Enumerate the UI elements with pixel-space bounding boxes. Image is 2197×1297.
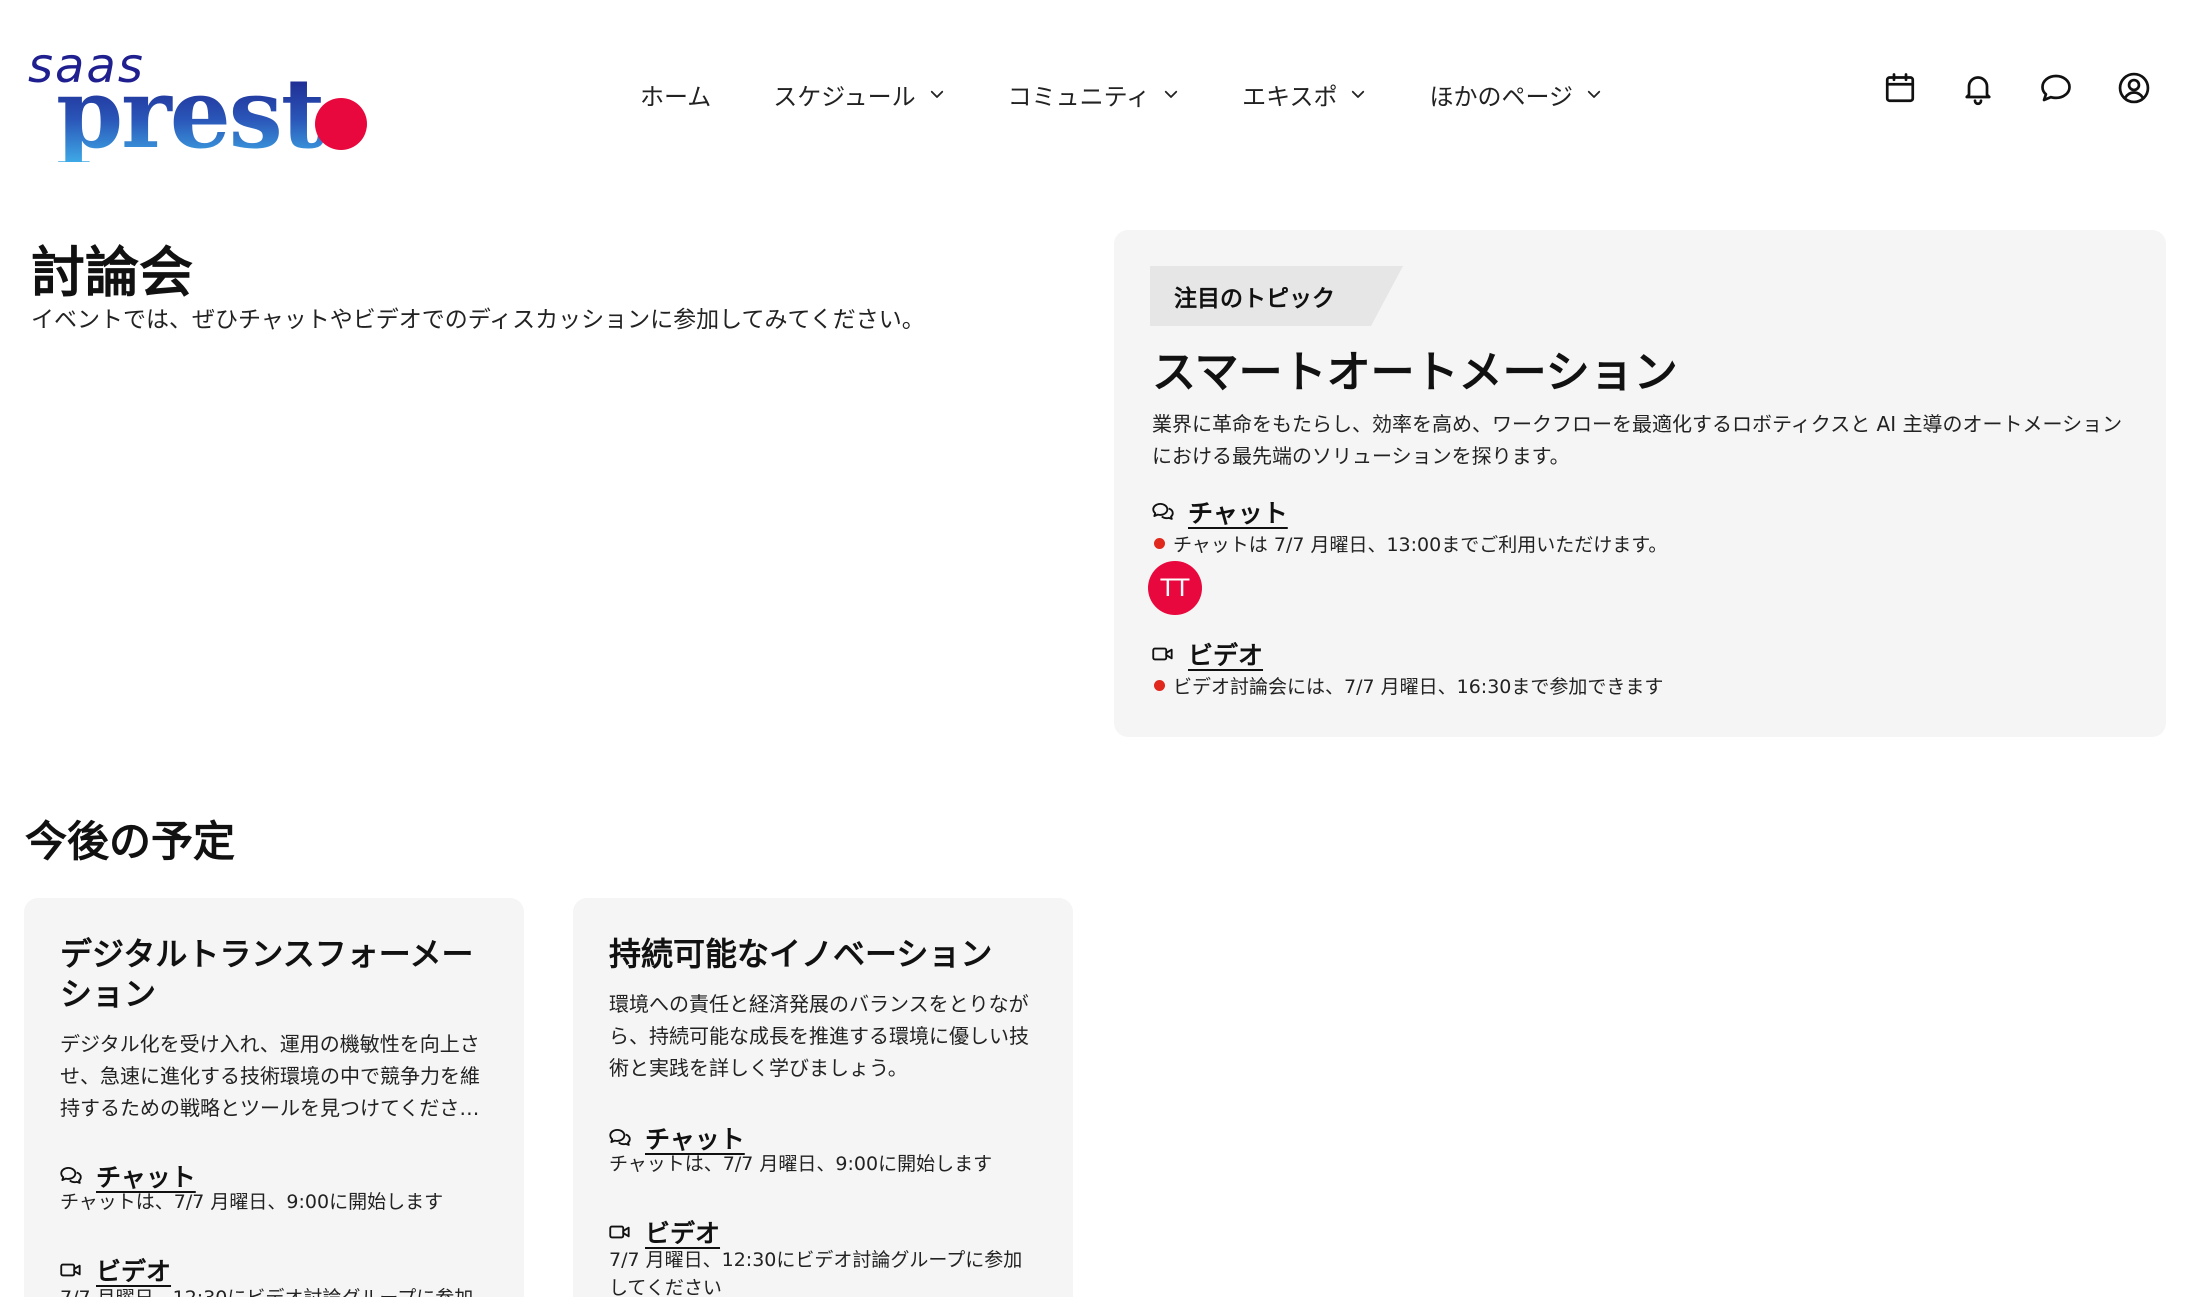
site-header: saas prest ホーム スケジュール コミュニティ エキスポ ほかのページ <box>0 0 2197 190</box>
featured-topic-card: 注目のトピック スマートオートメーション 業界に革命をもたらし、効率を高め、ワー… <box>1114 230 2166 737</box>
nav-item-home[interactable]: ホーム <box>640 77 711 112</box>
upcoming-card[interactable]: 持続可能なイノベーション 環境への責任と経済発展のバランスをとりながら、持続可能… <box>573 898 1073 1297</box>
page-subtitle: イベントでは、ぜひチャットやビデオでのディスカッションに参加してみてください。 <box>31 307 925 333</box>
chevron-down-icon <box>1352 90 1365 98</box>
main-nav: ホーム スケジュール コミュニティ エキスポ ほかのページ <box>640 74 1665 114</box>
upcoming-card-video-row: ビデオ <box>58 1252 171 1288</box>
header-actions <box>1880 68 2192 108</box>
featured-chat-link-row: チャット <box>1150 494 1288 530</box>
logo-dot <box>315 98 367 150</box>
featured-video-status-text: ビデオ討論会には、7/7 月曜日、16:30まで参加できます <box>1173 676 1664 698</box>
nav-item-other-pages[interactable]: ほかのページ <box>1429 77 1603 112</box>
upcoming-card-title: 持続可能なイノベーション <box>609 935 993 973</box>
featured-video-status: ビデオ討論会には、7/7 月曜日、16:30まで参加できます <box>1154 672 1663 699</box>
upcoming-card-title: デジタルトランスフォーメーション <box>60 935 474 1013</box>
upcoming-card-chat-note: チャットは、7/7 月曜日、9:00に開始します <box>60 1191 444 1213</box>
participant-avatar[interactable]: TT <box>1148 561 1202 615</box>
chat-icon <box>1152 502 1174 520</box>
video-camera-icon <box>609 1225 630 1239</box>
chat-icon <box>60 1166 82 1184</box>
page-title: 討論会 <box>31 241 193 304</box>
messages-button[interactable] <box>2036 68 2076 108</box>
upcoming-card-video-note: 7/7 月曜日、12:30にビデオ討論グループに参加してください <box>60 1284 490 1297</box>
upcoming-card[interactable]: デジタルトランスフォーメーション デジタル化を受け入れ、運用の機敏性を向上させ、… <box>24 898 524 1297</box>
upcoming-card-video-row: ビデオ <box>607 1214 720 1250</box>
participant-avatar-initials: TT <box>1160 574 1190 602</box>
nav-item-label: エキスポ <box>1242 82 1338 111</box>
chevron-down-icon <box>1165 90 1178 98</box>
featured-topic-tag-label: 注目のトピック <box>1174 286 1335 312</box>
nav-item-label: スケジュール <box>773 82 916 111</box>
chat-bubble-icon <box>2041 74 2071 102</box>
bell-icon <box>1965 76 1991 106</box>
upcoming-card-video-link[interactable]: ビデオ <box>96 1252 171 1288</box>
user-profile-button[interactable] <box>2114 68 2154 108</box>
user-profile-icon <box>2118 72 2150 104</box>
nav-item-label: ホーム <box>640 82 712 111</box>
notifications-button[interactable] <box>1958 68 1998 108</box>
featured-topic-description: 業界に革命をもたらし、効率を高め、ワークフローを最適化するロボティクスと AI … <box>1152 412 2123 468</box>
video-camera-icon <box>60 1263 81 1277</box>
featured-video-link[interactable]: ビデオ <box>1188 636 1263 672</box>
upcoming-section-title: 今後の予定 <box>25 817 236 866</box>
upcoming-card-description: デジタル化を受け入れ、運用の機敏性を向上させ、急速に進化する技術環境の中で競争力… <box>60 1032 480 1120</box>
featured-video-link-row: ビデオ <box>1150 636 1263 672</box>
featured-topic-tag: 注目のトピック <box>1150 266 1403 326</box>
nav-item-label: ほかのページ <box>1429 82 1573 111</box>
logo-presto-text: prest <box>56 57 325 170</box>
chevron-down-icon <box>930 90 943 98</box>
chat-icon <box>609 1128 631 1146</box>
featured-chat-link[interactable]: チャット <box>1188 494 1288 530</box>
nav-item-label: コミュニティ <box>1007 82 1151 111</box>
upcoming-card-description: 環境への責任と経済発展のバランスをとりながら、持続可能な成長を推進する環境に優し… <box>609 992 1029 1080</box>
nav-item-expo[interactable]: エキスポ <box>1242 77 1367 112</box>
upcoming-card-video-link[interactable]: ビデオ <box>645 1214 720 1250</box>
saas-presto-logo[interactable]: saas prest <box>24 38 367 178</box>
featured-topic-title: スマートオートメーション <box>1152 347 1678 398</box>
nav-item-schedule[interactable]: スケジュール <box>773 77 945 112</box>
upcoming-card-video-note: 7/7 月曜日、12:30にビデオ討論グループに参加してください <box>609 1249 1023 1297</box>
featured-chat-status-text: チャットは 7/7 月曜日、13:00までご利用いただけます。 <box>1173 534 1668 556</box>
status-dot <box>1154 680 1165 691</box>
nav-item-community[interactable]: コミュニティ <box>1008 77 1181 112</box>
upcoming-card-chat-note: チャットは、7/7 月曜日、9:00に開始します <box>609 1153 993 1175</box>
chevron-down-icon <box>1587 90 1601 98</box>
calendar-button[interactable] <box>1880 68 1920 108</box>
status-dot <box>1154 538 1165 549</box>
featured-chat-status: チャットは 7/7 月曜日、13:00までご利用いただけます。 <box>1154 530 1667 557</box>
calendar-icon <box>1885 73 1915 103</box>
video-camera-icon <box>1152 647 1173 661</box>
